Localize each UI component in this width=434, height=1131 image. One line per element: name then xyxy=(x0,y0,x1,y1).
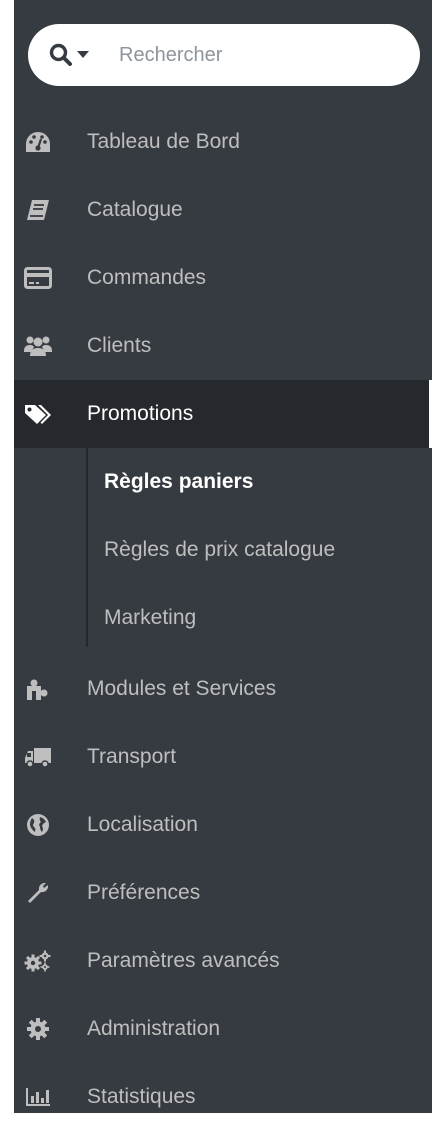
menu-item-label: Transport xyxy=(87,745,177,768)
menu-item-label: Catalogue xyxy=(87,198,183,221)
menu-item-label: Promotions xyxy=(87,402,194,425)
submenu-item-regles-prix-catalogue[interactable]: Règles de prix catalogue xyxy=(14,516,432,584)
menu-item-statistiques[interactable]: Statistiques xyxy=(14,1063,432,1131)
submenu-item-marketing[interactable]: Marketing xyxy=(14,584,432,652)
menu-item-localisation[interactable]: Localisation xyxy=(14,791,432,859)
globe-icon xyxy=(24,811,52,839)
menu-item-administration[interactable]: Administration xyxy=(14,995,432,1063)
menu-item-label: Modules et Services xyxy=(87,677,277,700)
promotions-submenu: Règles paniers Règles de prix catalogue … xyxy=(14,448,432,655)
submenu-item-label: Marketing xyxy=(104,606,197,629)
menu-item-label: Commandes xyxy=(87,266,207,289)
dashboard-icon xyxy=(24,128,52,156)
truck-icon xyxy=(24,743,52,771)
menu-item-label: Préférences xyxy=(87,881,201,904)
menu-item-label: Localisation xyxy=(87,813,198,836)
credit-card-icon xyxy=(24,264,52,292)
menu-item-dashboard[interactable]: Tableau de Bord xyxy=(14,108,432,176)
search-type-toggle[interactable] xyxy=(48,24,89,86)
search-icon xyxy=(48,42,74,68)
sidebar: Tableau de Bord Catalogue xyxy=(14,0,432,1113)
wrench-icon xyxy=(24,879,52,907)
menu-item-label: Statistiques xyxy=(87,1085,196,1108)
menu-item-parametres-avances[interactable]: Paramètres avancés xyxy=(14,927,432,995)
submenu-item-regles-paniers[interactable]: Règles paniers xyxy=(14,448,432,516)
caret-down-icon xyxy=(77,51,89,59)
menu-item-label: Clients xyxy=(87,334,152,357)
menu-item-commandes[interactable]: Commandes xyxy=(14,244,432,312)
submenu-item-label: Règles paniers xyxy=(104,470,254,493)
search-input[interactable] xyxy=(117,42,371,68)
submenu-item-label: Règles de prix catalogue xyxy=(104,538,336,561)
menu-item-label: Tableau de Bord xyxy=(87,130,240,153)
menu-item-catalogue[interactable]: Catalogue xyxy=(14,176,432,244)
menu-item-clients[interactable]: Clients xyxy=(14,312,432,380)
menu-item-label: Paramètres avancés xyxy=(87,949,280,972)
menu-item-transport[interactable]: Transport xyxy=(14,723,432,791)
menu-item-label: Administration xyxy=(87,1017,221,1040)
book-icon xyxy=(24,196,52,224)
cog-icon xyxy=(24,1015,52,1043)
users-icon xyxy=(24,332,52,360)
menu-item-modules[interactable]: Modules et Services xyxy=(14,655,432,723)
tags-icon xyxy=(24,400,52,428)
puzzle-icon xyxy=(24,675,52,703)
bar-chart-icon xyxy=(24,1083,52,1111)
search-box xyxy=(28,24,420,86)
menu-item-promotions[interactable]: Promotions xyxy=(14,380,432,448)
menu-item-preferences[interactable]: Préférences xyxy=(14,859,432,927)
main-menu: Tableau de Bord Catalogue Commandes Clie… xyxy=(14,108,432,1131)
cogs-icon xyxy=(24,947,52,975)
